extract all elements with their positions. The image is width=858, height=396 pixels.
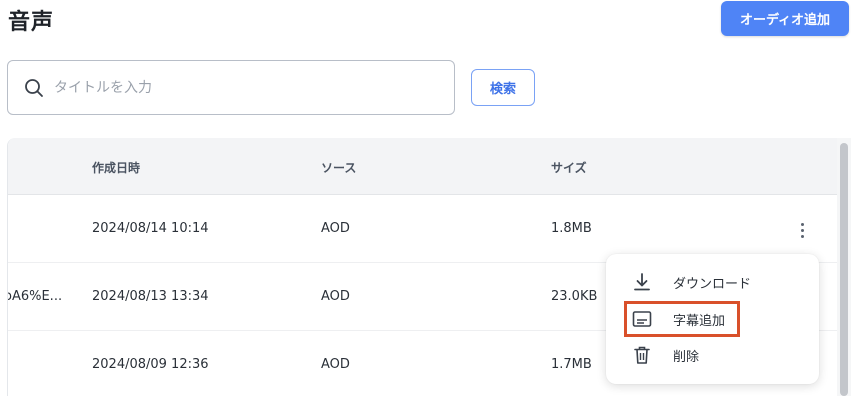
cell-name: oA6%E... <box>7 289 63 304</box>
menu-item-download[interactable]: ダウンロード <box>626 267 806 297</box>
search-box <box>7 60 455 115</box>
table-header: 作成日時 ソース サイズ <box>8 138 837 195</box>
more-options-icon[interactable] <box>794 220 810 240</box>
menu-item-label: 削除 <box>673 349 700 365</box>
menu-item-delete[interactable]: 削除 <box>626 340 806 370</box>
cell-source: AOD <box>321 357 350 372</box>
trash-icon <box>631 344 653 366</box>
scrollbar[interactable] <box>837 138 851 396</box>
cell-source: AOD <box>321 221 350 236</box>
cell-size: 1.7MB <box>551 357 592 372</box>
search-icon <box>25 79 43 97</box>
cell-created: 2024/08/13 13:34 <box>92 289 209 304</box>
cell-size: 1.8MB <box>551 221 592 236</box>
add-audio-button[interactable]: オーディオ追加 <box>721 1 849 36</box>
column-header-created[interactable]: 作成日時 <box>92 159 140 176</box>
cell-created: 2024/08/09 12:36 <box>92 357 209 372</box>
column-header-size[interactable]: サイズ <box>551 159 587 176</box>
cell-source: AOD <box>321 289 350 304</box>
cell-size: 23.0KB <box>551 289 598 304</box>
search-input[interactable] <box>54 61 444 114</box>
menu-item-label: ダウンロード <box>673 276 752 292</box>
scrollbar-thumb[interactable] <box>840 143 848 396</box>
table-row[interactable]: 2024/08/14 10:14 AOD 1.8MB <box>8 195 837 263</box>
download-icon <box>631 271 653 293</box>
column-header-source[interactable]: ソース <box>321 159 356 176</box>
page-title: 音声 <box>8 10 55 35</box>
highlight-box <box>624 301 740 337</box>
search-button[interactable]: 検索 <box>471 69 535 106</box>
cell-created: 2024/08/14 10:14 <box>92 221 209 236</box>
